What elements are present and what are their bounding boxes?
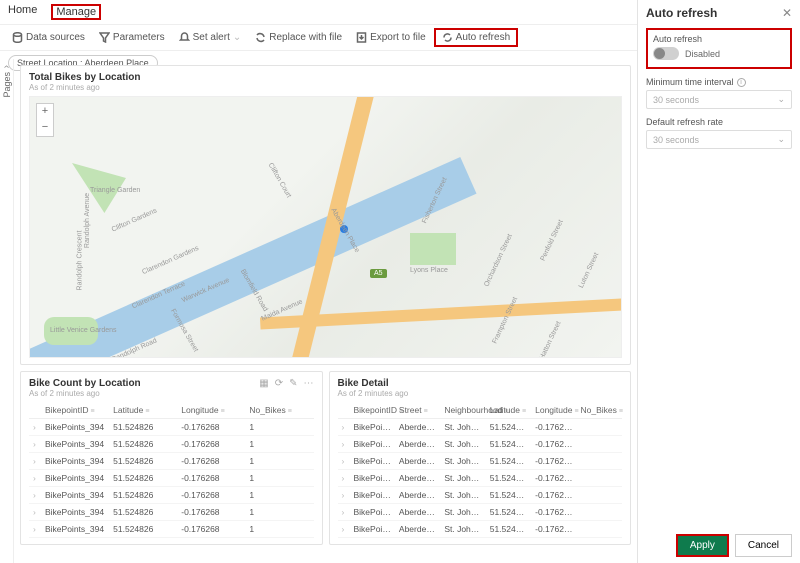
table-row[interactable]: ›BikePoints_39451.524826-0.1762681 [29, 419, 314, 436]
cancel-button[interactable]: Cancel [735, 534, 792, 557]
info-icon[interactable]: i [737, 78, 746, 87]
card-subtitle: As of 2 minutes ago [338, 389, 623, 398]
panel-title: Auto refresh [646, 6, 717, 20]
replace-icon [255, 32, 266, 43]
apply-button[interactable]: Apply [676, 534, 729, 557]
auto-refresh-panel: Auto refresh ✕ Auto refresh Disabled Min… [637, 0, 800, 563]
min-interval-label: Minimum time interval [646, 77, 734, 87]
chevron-down-icon: ⌄ [777, 94, 785, 105]
export-to-file-button[interactable]: Export to file [350, 30, 432, 45]
database-icon [12, 32, 23, 43]
pages-label: Pages [2, 72, 12, 98]
set-alert-button[interactable]: Set alert⌄ [173, 30, 248, 45]
map-zoom: + − [36, 103, 54, 137]
more-icon[interactable]: ⋯ [304, 378, 314, 389]
auto-refresh-button[interactable]: Auto refresh [434, 28, 518, 47]
table-row[interactable]: ›BikePoints_39451.524826-0.1762681 [29, 453, 314, 470]
col-header[interactable]: Longitude≡ [177, 402, 245, 419]
table-row[interactable]: ›BikePoints_39451.524826-0.1762681 [29, 436, 314, 453]
replace-with-file-button[interactable]: Replace with file [249, 30, 348, 45]
data-sources-button[interactable]: Data sources [6, 30, 91, 45]
col-header[interactable]: Street≡ [395, 402, 440, 419]
col-header[interactable]: Neighbourhood≡ [440, 402, 485, 419]
card-subtitle: As of 2 minutes ago [29, 389, 314, 398]
min-interval-select[interactable]: 30 seconds⌄ [646, 90, 792, 109]
default-rate-label: Default refresh rate [646, 117, 792, 127]
col-header[interactable]: No_Bikes≡ [577, 402, 622, 419]
export-icon [356, 32, 367, 43]
table-row[interactable]: ›BikePoints_394Aberdeen...St. John's Woo… [338, 504, 623, 521]
table-row[interactable]: ›BikePoints_394Aberdeen...St. John's Woo… [338, 453, 623, 470]
auto-refresh-toggle[interactable] [653, 47, 679, 60]
table-row[interactable]: ›BikePoints_394Aberdeen...St. John's Woo… [338, 521, 623, 538]
refresh-icon [442, 32, 453, 43]
toggle-state: Disabled [685, 49, 720, 59]
col-header[interactable]: No_Bikes≡ [245, 402, 313, 419]
table-row[interactable]: ›BikePoints_39451.524826-0.1762681 [29, 487, 314, 504]
card-title: Bike Detail [338, 378, 623, 389]
col-header[interactable]: Latitude≡ [486, 402, 531, 419]
table-row[interactable]: ›BikePoints_394Aberdeen...St. John's Woo… [338, 436, 623, 453]
nav-home[interactable]: Home [8, 4, 37, 20]
toggle-label: Auto refresh [653, 34, 785, 44]
table-row[interactable]: ›BikePoints_39451.524826-0.1762681 [29, 521, 314, 538]
bike-detail-card: Bike Detail As of 2 minutes ago Bikepoin… [329, 371, 632, 545]
refresh-icon[interactable]: ⟳ [275, 378, 283, 389]
parameters-button[interactable]: Parameters [93, 30, 171, 45]
col-header[interactable]: Longitude≡ [531, 402, 576, 419]
road-badge: A5 [370, 269, 387, 278]
chevron-right-icon: › [1, 65, 12, 68]
table-row[interactable]: ›BikePoints_394Aberdeen...St. John's Woo… [338, 419, 623, 436]
table-row[interactable]: ›BikePoints_39451.524826-0.1762681 [29, 504, 314, 521]
zoom-out-button[interactable]: − [37, 120, 53, 136]
chevron-down-icon: ⌄ [777, 134, 785, 145]
table-row[interactable]: ›BikePoints_39451.524826-0.1762681 [29, 470, 314, 487]
pages-rail[interactable]: › Pages [0, 59, 14, 563]
table-row[interactable]: ›BikePoints_394Aberdeen...St. John's Woo… [338, 470, 623, 487]
map-card: Total Bikes by Location As of 2 minutes … [20, 65, 631, 365]
map-visual[interactable]: A5 Triangle Garden Little Venice Gardens… [29, 96, 622, 358]
funnel-icon [99, 32, 110, 43]
col-header[interactable]: BikepointID≡ [41, 402, 109, 419]
bell-icon [179, 32, 190, 43]
map-title: Total Bikes by Location [29, 72, 622, 83]
edit-icon[interactable]: ✎ [289, 378, 297, 389]
table-row[interactable]: ›BikePoints_394Aberdeen...St. John's Woo… [338, 487, 623, 504]
bike-detail-table[interactable]: BikepointID≡Street≡Neighbourhood≡Latitud… [338, 402, 623, 538]
zoom-in-button[interactable]: + [37, 104, 53, 120]
bike-count-table[interactable]: BikepointID≡Latitude≡Longitude≡No_Bikes≡… [29, 402, 314, 538]
default-rate-select[interactable]: 30 seconds⌄ [646, 130, 792, 149]
focus-icon[interactable]: ▦ [259, 378, 268, 389]
close-icon[interactable]: ✕ [782, 6, 792, 20]
bike-count-card: ▦ ⟳ ✎ ⋯ Bike Count by Location As of 2 m… [20, 371, 323, 545]
nav-manage[interactable]: Manage [51, 4, 101, 20]
map-subtitle: As of 2 minutes ago [29, 83, 622, 92]
col-header[interactable]: BikepointID≡ [350, 402, 395, 419]
col-header[interactable]: Latitude≡ [109, 402, 177, 419]
